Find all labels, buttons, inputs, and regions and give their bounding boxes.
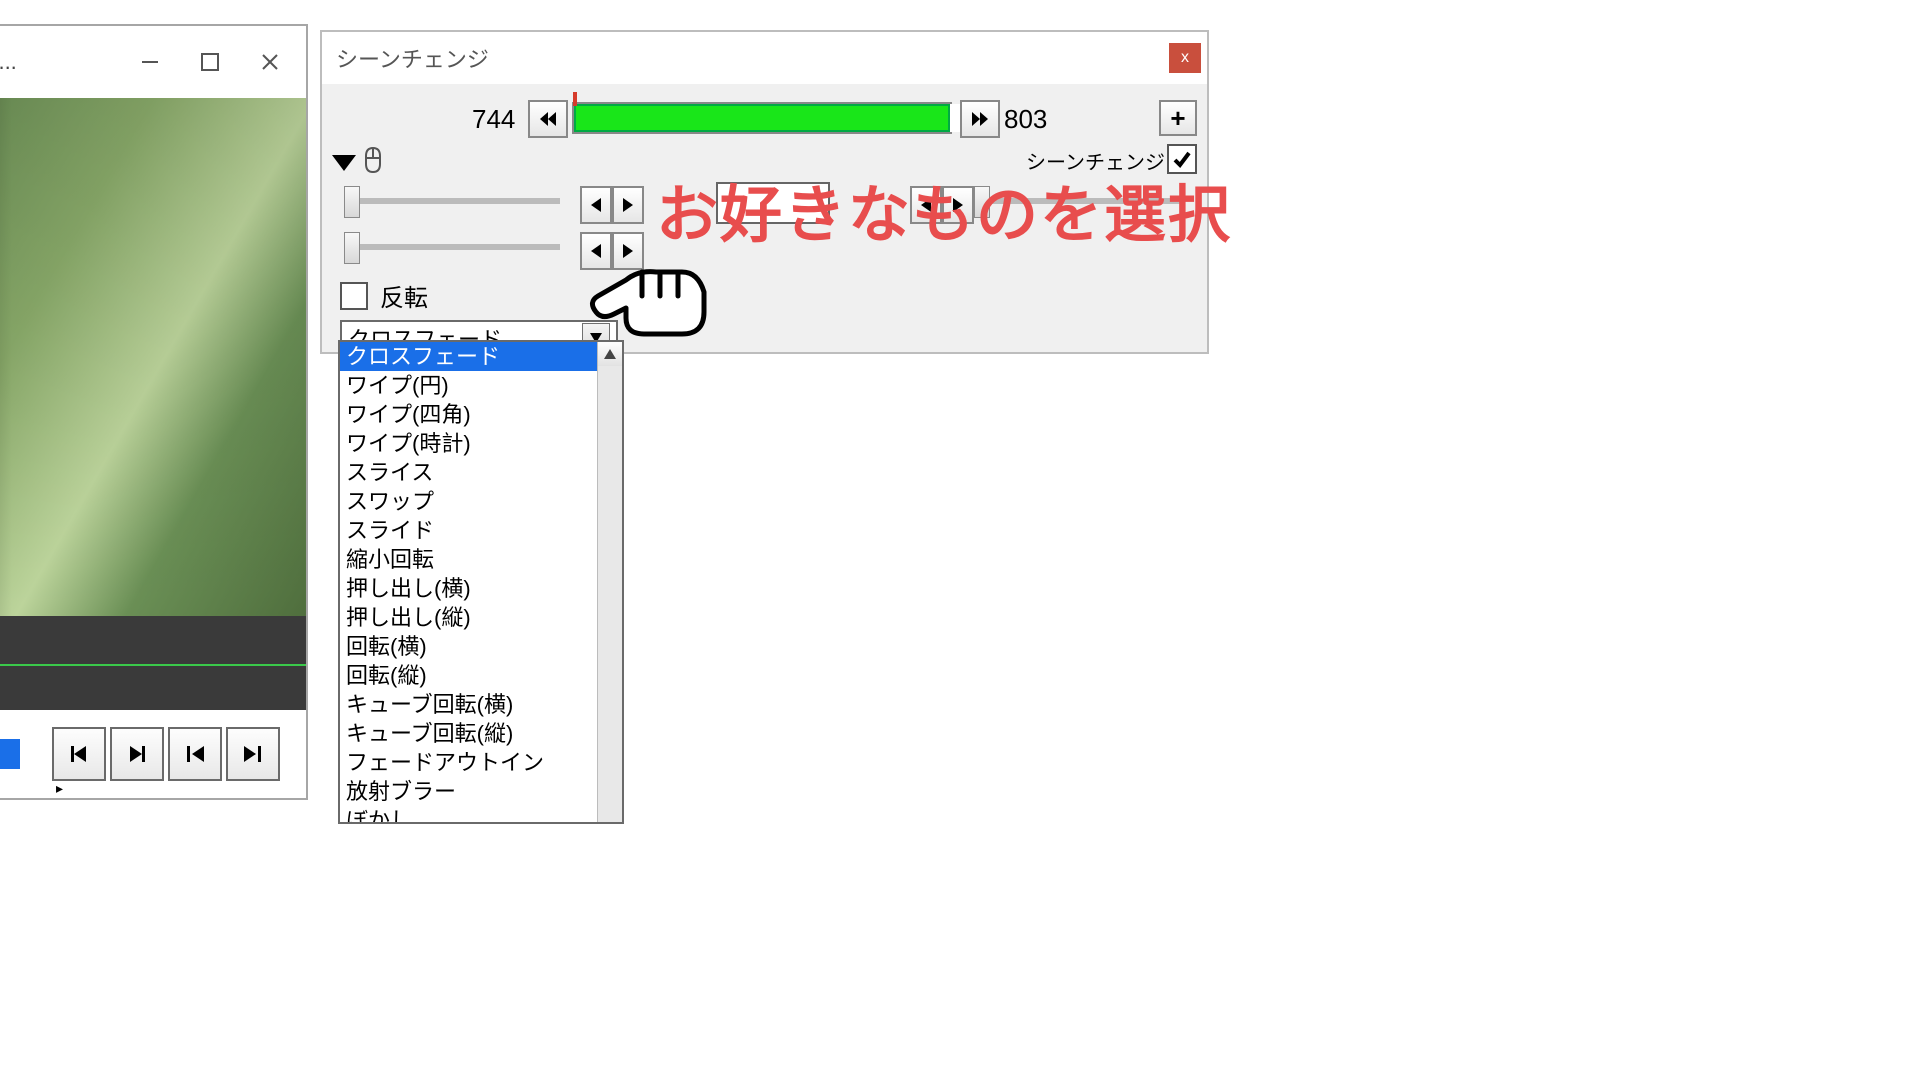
param1-steppers (580, 186, 644, 224)
dropdown-item[interactable]: ぼかし (340, 806, 597, 822)
dropdown-item[interactable]: ワイプ(円) (340, 371, 597, 400)
frame-slider-fill (574, 104, 960, 132)
dropdown-item[interactable]: 押し出し(横) (340, 574, 597, 603)
param1-step-right[interactable] (612, 186, 644, 224)
dropdown-item[interactable]: クロスフェード (340, 342, 597, 371)
close-icon: x (1181, 49, 1189, 67)
mouse-icon (362, 146, 384, 179)
seek-back-button[interactable] (528, 100, 568, 138)
nav-group (50, 727, 282, 781)
dropdown-item[interactable]: 回転(縦) (340, 661, 597, 690)
param1-step-left[interactable] (580, 186, 612, 224)
step-forward-button[interactable] (110, 727, 164, 781)
transition-dropdown[interactable]: クロスフェードワイプ(円)ワイプ(四角)ワイプ(時計)スライススワップスライド縮… (338, 340, 624, 824)
frame-start-label: 744 (472, 104, 515, 135)
dropdown-item[interactable]: スライス (340, 458, 597, 487)
go-end-button[interactable] (226, 727, 280, 781)
minimize-button[interactable] (120, 26, 180, 98)
dropdown-item[interactable]: 押し出し(縦) (340, 603, 597, 632)
preview-image (0, 98, 306, 616)
go-start-button[interactable] (168, 727, 222, 781)
timeline-strip-line (0, 664, 306, 666)
param1-slider[interactable] (350, 198, 560, 204)
background-titlebar: 7] ... (0, 26, 306, 98)
close-button[interactable] (240, 26, 300, 98)
dropdown-item[interactable]: 回転(横) (340, 632, 597, 661)
dropdown-item[interactable]: ワイプ(時計) (340, 429, 597, 458)
step-back-button[interactable] (52, 727, 106, 781)
reverse-label: 反転 (380, 278, 428, 313)
dropdown-item[interactable]: 放射ブラー (340, 777, 597, 806)
scroll-up-button[interactable] (598, 342, 622, 366)
dropdown-item[interactable]: キューブ回転(縦) (340, 719, 597, 748)
collapse-toggle-icon[interactable] (332, 155, 356, 171)
pointing-hand-icon (586, 262, 710, 344)
frame-end-label: 803 (1004, 104, 1047, 135)
preview-area (0, 98, 306, 616)
dropdown-item[interactable]: キューブ回転(横) (340, 690, 597, 719)
scene-titlebar: シーンチェンジ x (322, 32, 1207, 84)
dropdown-item[interactable]: 縮小回転 (340, 545, 597, 574)
scene-close-button[interactable]: x (1169, 43, 1201, 73)
plus-icon: + (1170, 103, 1185, 134)
collapse-row (332, 146, 384, 179)
param1-thumb[interactable] (344, 186, 360, 218)
dropdown-scrollbar[interactable] (597, 342, 622, 822)
chevron-up-icon (604, 349, 616, 359)
frame-timeline-row: 744 803 + (322, 96, 1207, 140)
transition-dropdown-list[interactable]: クロスフェードワイプ(円)ワイプ(四角)ワイプ(時計)スライススワップスライド縮… (340, 342, 597, 822)
annotation-text: お好きなものを選択 (656, 164, 1232, 254)
progress-chunk[interactable] (0, 739, 20, 769)
maximize-button[interactable] (180, 26, 240, 98)
dropdown-item[interactable]: スライド (340, 516, 597, 545)
dropdown-item[interactable]: フェードアウトイン (340, 748, 597, 777)
timeline-strip (0, 616, 306, 710)
background-controls (0, 710, 306, 798)
param2-slider[interactable] (350, 244, 560, 250)
seek-forward-button[interactable] (960, 100, 1000, 138)
dropdown-item[interactable]: スワップ (340, 487, 597, 516)
background-title: 7] ... (0, 49, 120, 75)
playhead-marker (573, 92, 577, 106)
dropdown-item[interactable]: ワイプ(四角) (340, 400, 597, 429)
reverse-checkbox[interactable] (340, 282, 368, 310)
caret-marker: ▸ (56, 780, 63, 797)
reverse-row: 反転 (340, 278, 428, 313)
add-midpoint-button[interactable]: + (1159, 100, 1197, 136)
scene-title: シーンチェンジ (328, 42, 1169, 74)
param2-thumb[interactable] (344, 232, 360, 264)
frame-slider[interactable] (572, 102, 952, 134)
